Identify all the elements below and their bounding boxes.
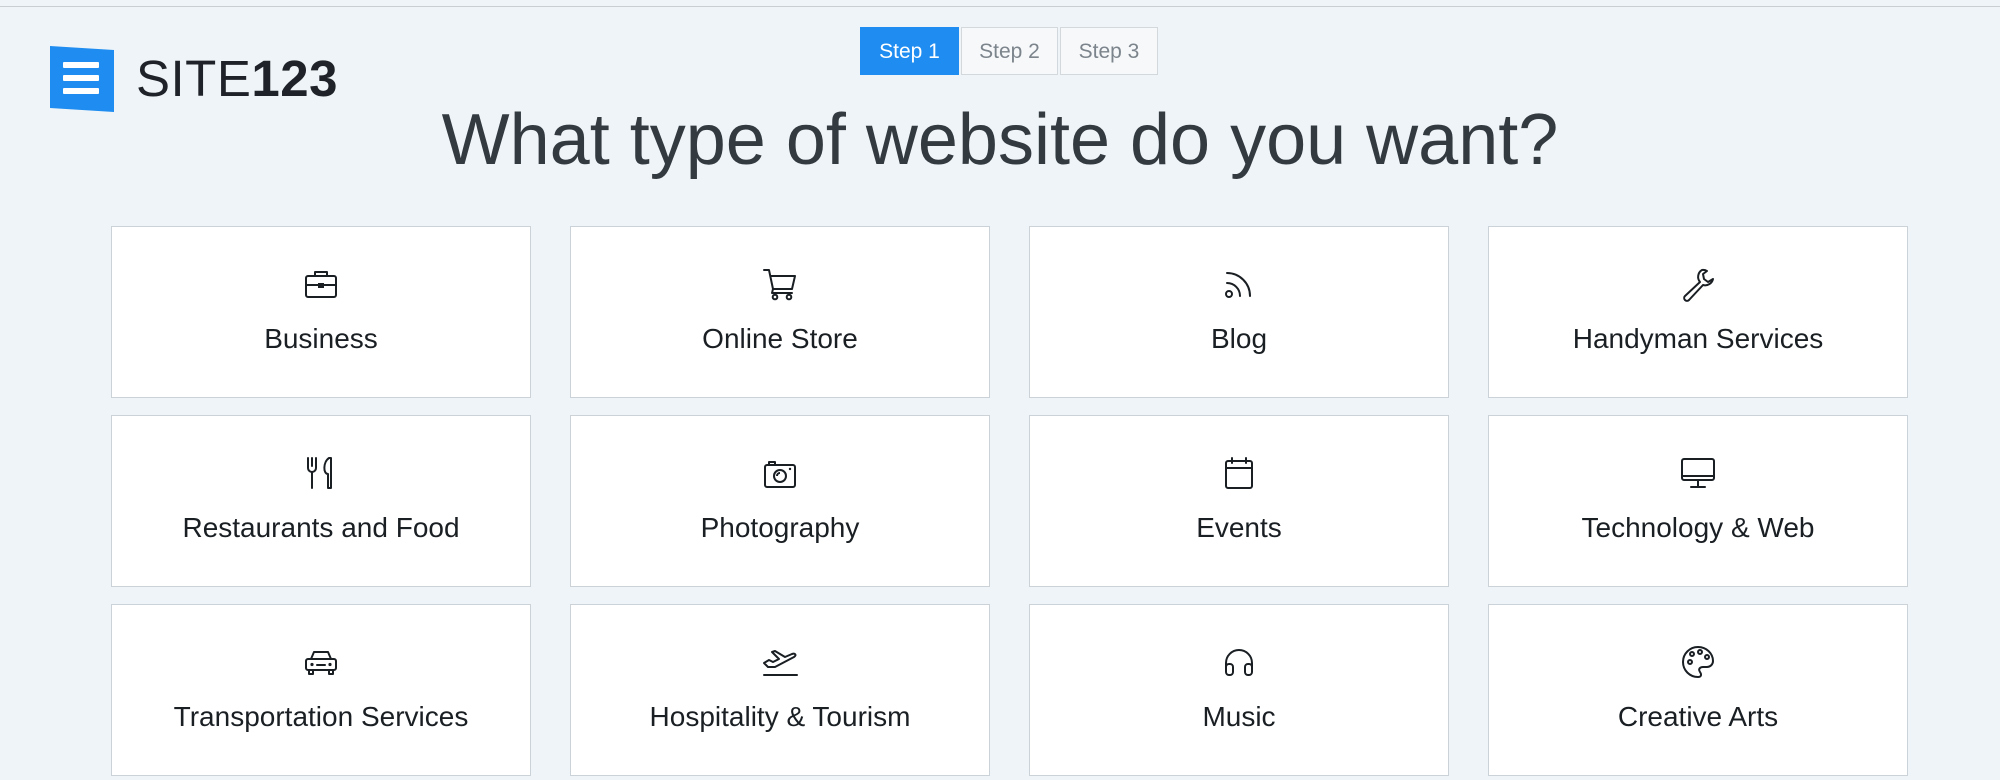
step-3-tab[interactable]: Step 3: [1060, 27, 1158, 75]
rss-icon: [1220, 265, 1258, 303]
category-card-photography[interactable]: Photography: [570, 415, 990, 587]
category-label: Restaurants and Food: [182, 512, 460, 543]
category-card-creative-arts[interactable]: Creative Arts: [1488, 604, 1908, 776]
category-label: Handyman Services: [1572, 323, 1824, 354]
category-label: Business: [264, 323, 378, 354]
category-card-business[interactable]: Business: [111, 226, 531, 398]
camera-icon: [761, 454, 799, 492]
category-label: Music: [1202, 701, 1276, 732]
calendar-icon: [1220, 454, 1258, 492]
category-label: Blog: [1210, 323, 1268, 354]
briefcase-icon: [302, 265, 340, 303]
category-card-music[interactable]: Music: [1029, 604, 1449, 776]
category-label: Photography: [700, 512, 860, 543]
car-icon: [302, 643, 340, 681]
category-card-blog[interactable]: Blog: [1029, 226, 1449, 398]
category-card-events[interactable]: Events: [1029, 415, 1449, 587]
palette-icon: [1679, 643, 1717, 681]
monitor-icon: [1679, 454, 1717, 492]
page-title: What type of website do you want?: [441, 100, 1559, 180]
shopping-cart-icon: [761, 265, 799, 303]
top-divider: [0, 6, 2000, 7]
wrench-icon: [1679, 265, 1717, 303]
category-card-handyman-services[interactable]: Handyman Services: [1488, 226, 1908, 398]
logo-text-123: 123: [251, 49, 338, 107]
step-2-tab[interactable]: Step 2: [961, 27, 1058, 75]
step-indicator: Step 1 Step 2 Step 3: [860, 27, 1160, 75]
category-card-technology-and-web[interactable]: Technology & Web: [1488, 415, 1908, 587]
category-card-transportation-services[interactable]: Transportation Services: [111, 604, 531, 776]
category-label: Creative Arts: [1617, 701, 1779, 732]
logo-text-site: SITE: [136, 49, 252, 107]
category-card-online-store[interactable]: Online Store: [570, 226, 990, 398]
airplane-icon: [761, 643, 799, 681]
logo-wordmark: SITE123: [136, 53, 338, 104]
category-card-restaurants-and-food[interactable]: Restaurants and Food: [111, 415, 531, 587]
category-label: Transportation Services: [173, 701, 469, 732]
website-type-grid: Business Online Store Blog Handyman Serv…: [111, 226, 1908, 776]
category-label: Technology & Web: [1581, 512, 1815, 543]
category-label: Online Store: [702, 323, 858, 354]
category-label: Hospitality & Tourism: [649, 701, 911, 732]
headphones-icon: [1220, 643, 1258, 681]
category-label: Events: [1196, 512, 1282, 543]
category-card-hospitality-and-tourism[interactable]: Hospitality & Tourism: [570, 604, 990, 776]
fork-knife-icon: [302, 454, 340, 492]
step-1-tab[interactable]: Step 1: [860, 27, 959, 75]
